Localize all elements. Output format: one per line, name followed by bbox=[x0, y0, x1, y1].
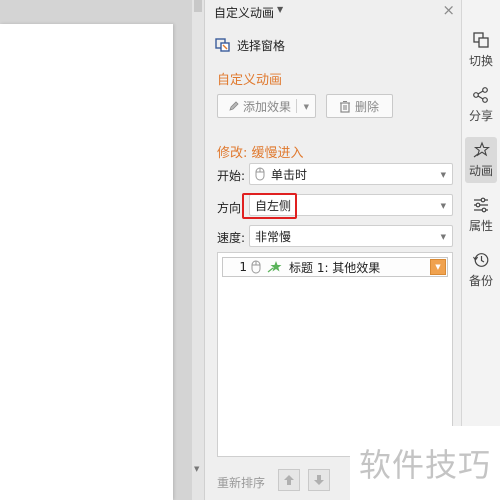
move-up-button[interactable] bbox=[278, 469, 300, 491]
selection-pane-icon bbox=[215, 38, 230, 52]
speed-value: 非常慢 bbox=[255, 229, 292, 244]
start-select[interactable]: 单击时 ▼ bbox=[249, 163, 453, 185]
slide-page[interactable] bbox=[0, 24, 173, 500]
scrollbar-thumb[interactable] bbox=[194, 0, 202, 12]
speed-select[interactable]: 非常慢 ▼ bbox=[249, 225, 453, 247]
entrance-effect-icon bbox=[267, 261, 282, 273]
sidebar-item-label: 属性 bbox=[468, 219, 493, 233]
title-dropdown-icon[interactable]: ▼ bbox=[277, 5, 283, 14]
speed-label: 速度: bbox=[217, 231, 246, 245]
section-title-custom-animation: 自定义动画 bbox=[217, 73, 283, 88]
panel-title[interactable]: 自定义动画 bbox=[214, 4, 274, 21]
add-effect-label: 添加效果 bbox=[243, 99, 292, 114]
canvas-scrollbar[interactable] bbox=[192, 0, 204, 500]
scroll-down-arrow-icon[interactable]: ▼ bbox=[194, 465, 199, 473]
sidebar-item-label: 分享 bbox=[468, 109, 493, 123]
transition-icon bbox=[473, 32, 489, 48]
list-item[interactable]: 1 标题 1: 其他效果 ▼ bbox=[222, 257, 448, 277]
sidebar-item-label: 动画 bbox=[468, 164, 493, 178]
panel-header: 自定义动画 ▼ × bbox=[205, 0, 461, 22]
backup-icon bbox=[473, 253, 489, 267]
start-value: 单击时 bbox=[271, 167, 308, 182]
move-down-button[interactable] bbox=[308, 469, 330, 491]
start-label: 开始: bbox=[217, 169, 246, 183]
close-icon[interactable]: × bbox=[442, 1, 455, 19]
list-item-label: 标题 1: 其他效果 bbox=[289, 260, 381, 275]
chevron-down-icon[interactable]: ▼ bbox=[441, 202, 446, 210]
add-effect-button[interactable]: 添加效果 ▼ bbox=[217, 94, 316, 118]
share-icon bbox=[473, 87, 488, 103]
trash-icon bbox=[340, 100, 350, 113]
chevron-down-icon[interactable]: ▼ bbox=[441, 233, 446, 241]
direction-highlight-box bbox=[242, 193, 297, 219]
selection-pane-button[interactable]: 选择窗格 bbox=[215, 35, 285, 55]
chevron-down-icon[interactable]: ▼ bbox=[441, 171, 446, 179]
list-item-number: 1 bbox=[239, 260, 247, 274]
chevron-down-icon[interactable]: ▼ bbox=[430, 259, 446, 275]
watermark-text: 软件技巧 bbox=[358, 446, 491, 484]
delete-label: 删除 bbox=[355, 99, 380, 114]
sidebar-item-label: 备份 bbox=[468, 274, 493, 288]
mouse-icon bbox=[255, 167, 265, 181]
chevron-down-icon[interactable]: ▼ bbox=[304, 103, 309, 111]
properties-icon bbox=[474, 197, 488, 213]
selection-pane-label: 选择窗格 bbox=[237, 38, 286, 53]
custom-animation-panel: 自定义动画 ▼ × 选择窗格 自定义动画 添加效果 ▼ 删除 修改: 缓慢进入 … bbox=[204, 0, 462, 500]
sidebar-item-animation[interactable]: 动画 bbox=[465, 137, 497, 183]
button-separator bbox=[296, 99, 297, 113]
slide-canvas-area bbox=[0, 0, 192, 500]
direction-label: 方向: bbox=[217, 201, 246, 215]
sidebar-item-share[interactable]: 分享 bbox=[462, 82, 500, 128]
animation-icon bbox=[473, 141, 490, 158]
sidebar-item-transition[interactable]: 切换 bbox=[462, 27, 500, 73]
reorder-label: 重新排序 bbox=[217, 476, 266, 490]
modify-effect-title: 修改: 缓慢进入 bbox=[217, 146, 304, 161]
mouse-icon bbox=[251, 260, 261, 274]
sidebar-item-properties[interactable]: 属性 bbox=[462, 192, 500, 238]
right-sidebar: 切换 分享 动画 属性 备份 bbox=[462, 0, 500, 500]
arrow-up-icon bbox=[284, 475, 294, 485]
arrow-down-icon bbox=[314, 475, 324, 485]
pen-icon bbox=[229, 101, 239, 111]
delete-button[interactable]: 删除 bbox=[326, 94, 393, 118]
watermark: 软件技巧 bbox=[350, 426, 500, 500]
sidebar-item-backup[interactable]: 备份 bbox=[462, 247, 500, 293]
sidebar-item-label: 切换 bbox=[468, 54, 493, 68]
